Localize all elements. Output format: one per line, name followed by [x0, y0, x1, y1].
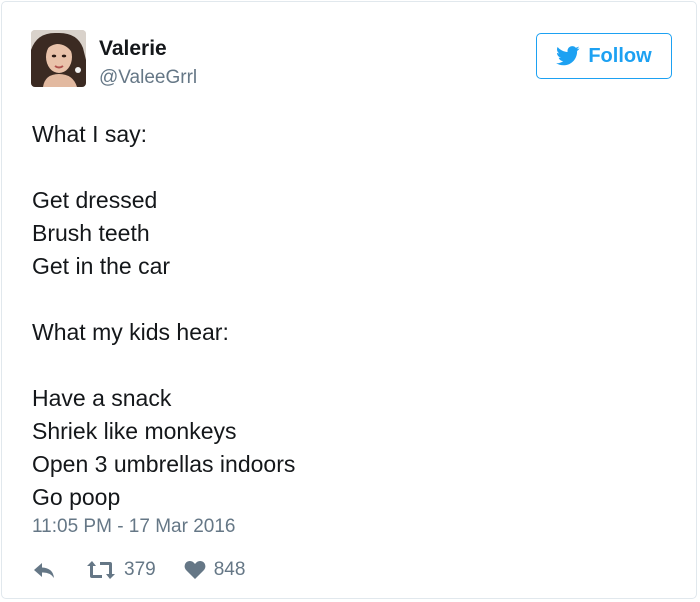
tweet-line: Shriek like monkeys [32, 418, 237, 444]
retweet-button[interactable]: 379 [86, 559, 156, 581]
tweet-line: Open 3 umbrellas indoors [32, 451, 296, 477]
tweet-line [32, 283, 295, 316]
tweet-line [32, 151, 295, 184]
like-button[interactable]: 848 [184, 559, 246, 581]
tweet-line: What my kids hear: [32, 319, 229, 345]
reply-icon [34, 563, 54, 578]
tweet-line: What I say: [32, 121, 148, 147]
display-name[interactable]: Valerie [99, 37, 167, 61]
tweet-line: Brush teeth [32, 220, 150, 246]
tweet-card: Valerie @ValeeGrrl Follow What I say: Ge… [1, 1, 697, 599]
twitter-bird-icon [556, 46, 580, 66]
avatar[interactable] [31, 30, 86, 87]
follow-button[interactable]: Follow [536, 33, 672, 79]
profile-photo-icon [31, 30, 86, 87]
user-handle[interactable]: @ValeeGrrl [99, 67, 197, 89]
like-count: 848 [213, 559, 246, 580]
tweet-text: What I say: Get dressed Brush teeth Get … [32, 118, 295, 514]
tweet-line: Get dressed [32, 187, 158, 213]
tweet-timestamp[interactable]: 11:05 PM - 17 Mar 2016 [32, 516, 235, 538]
tweet-line: Get in the car [32, 253, 171, 279]
tweet-line [32, 349, 295, 382]
heart-icon [184, 560, 206, 579]
retweet-count: 379 [124, 559, 156, 580]
tweet-line: Have a snack [32, 385, 172, 411]
reply-button[interactable] [32, 560, 56, 580]
follow-button-label: Follow [588, 44, 652, 67]
retweet-icon [87, 561, 115, 579]
tweet-line: Go poop [32, 484, 121, 510]
tweet-actions: 379 848 [32, 557, 245, 583]
